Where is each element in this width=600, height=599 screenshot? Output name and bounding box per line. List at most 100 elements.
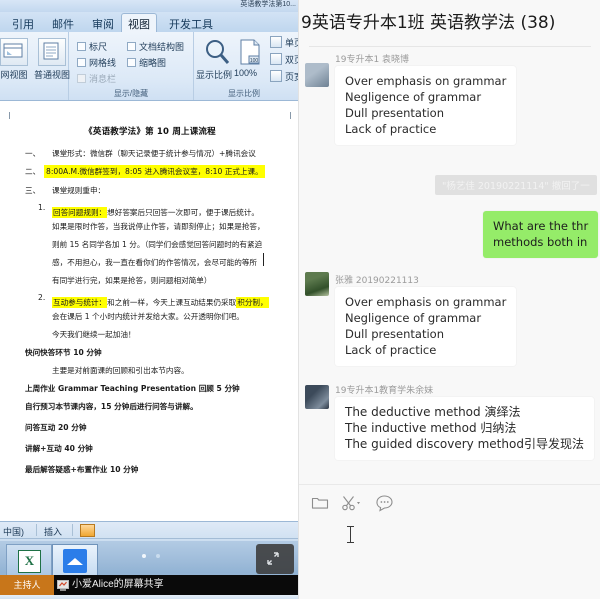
- zoom-100-button[interactable]: 100: [238, 38, 262, 66]
- wechat-group-window: 9英语专升本1班 英语教学法 (38) 19专升本1 袁晓博 Over emph…: [298, 0, 600, 599]
- chat-message-3-bubble[interactable]: The deductive method 演绎法 The inductive m…: [335, 397, 594, 460]
- chat-message-1-bubble[interactable]: Over emphasis on grammar Negligence of g…: [335, 66, 517, 145]
- doc-line-4-highlight: 回答问题规则：: [52, 207, 108, 218]
- chat-message-2-sender: 张雅 20190221113: [335, 276, 419, 286]
- checkbox-document-map-label: 文档结构图: [139, 42, 185, 52]
- zoom-button-label[interactable]: 显示比例: [196, 68, 232, 81]
- chat-input-area[interactable]: [299, 520, 600, 599]
- ribbon-tab-references[interactable]: 引用: [6, 14, 40, 34]
- taskbar-tray: [0, 595, 300, 599]
- page-single-button[interactable]: 单页: [270, 36, 300, 49]
- page-double-button[interactable]: 双页: [270, 53, 300, 66]
- doc-line-text-4: 回答问题规则：想好答案后只回答一次即可，便于课后统计。: [52, 202, 259, 220]
- checkbox-thumbnails[interactable]: 缩略图: [127, 56, 166, 69]
- normal-view-icon: [38, 38, 66, 66]
- doc-line-text-1: 课堂形式：微信群（聊天记录便于统计参与情况）+腾讯会议: [52, 149, 256, 158]
- doc-line-num-2: 二、: [25, 167, 41, 176]
- ribbon-group-views: 网视图 普通视图: [0, 32, 70, 100]
- avatar-zhangya[interactable]: [305, 272, 329, 296]
- status-document-icon[interactable]: [80, 524, 95, 537]
- view-button-normal-label: 普通视图: [33, 70, 70, 80]
- view-button-normal[interactable]: 普通视图: [30, 38, 74, 81]
- avatar-yuanxiaobo[interactable]: [305, 63, 329, 87]
- doc-line-text-6: 则前 15 名同学各加 1 分。（同学们会感觉回答问题时的有紧迫: [52, 240, 263, 249]
- chat-message-2-bubble[interactable]: Over emphasis on grammar Negligence of g…: [335, 287, 517, 366]
- word-ribbon-tabs: 引用 邮件 审阅 视图 开发工具: [0, 12, 300, 35]
- checkbox-document-map-box: [127, 42, 136, 51]
- ribbon-group-show-hide: 标尺 文档结构图 网格线 缩略图 消息栏 显示/隐藏: [69, 32, 194, 100]
- doc-line-num-1: 一、: [25, 149, 41, 158]
- chat-message-3-sender: 19专升本1教育学朱余妹: [335, 386, 434, 396]
- word-titlebar: 英语教学法第10...: [0, 0, 300, 12]
- checkbox-document-map[interactable]: 文档结构图: [127, 40, 184, 53]
- doc-line-text-10: 会在课后 1 个小时内统计并发给大家。公开透明你们吧。: [52, 312, 244, 321]
- ribbon-group-zoom-label: 显示比例: [228, 89, 260, 98]
- ribbon-tab-mailings[interactable]: 邮件: [46, 14, 80, 34]
- word-document-page[interactable]: 《英语教学法》第 10 周上课流程 一、 课堂形式：微信群（聊天记录便于统计参与…: [0, 101, 300, 521]
- chat-message-3-line-1: The deductive method 演绎法: [345, 405, 521, 419]
- doc-line-9-mid: 和之前一样，今天上课互动结果仍采取: [107, 298, 237, 307]
- zoom-button[interactable]: [202, 38, 232, 66]
- restore-window-button[interactable]: [256, 544, 294, 574]
- emoji-icon[interactable]: [375, 494, 393, 512]
- checkbox-message-bar-label: 消息栏: [89, 74, 117, 84]
- status-insert-mode[interactable]: 插入: [44, 525, 62, 538]
- chat-outgoing-line-2: methods both in: [493, 235, 588, 249]
- view-button-web[interactable]: 网视图: [0, 38, 34, 81]
- chat-message-1-line-4: Lack of practice: [345, 122, 437, 136]
- taskbar: X 主持人 小爱Alice的屏幕共享: [0, 541, 300, 599]
- text-cursor-icon: [347, 526, 354, 543]
- single-page-icon: [270, 36, 282, 48]
- page-width-button[interactable]: 页宽: [270, 70, 300, 83]
- chat-header: 9英语专升本1班 英语教学法 (38): [299, 0, 600, 46]
- chat-outgoing-line-1: What are the thr: [493, 219, 589, 233]
- chat-message-1-line-2: Negligence of grammar: [345, 90, 482, 104]
- doc-line-text-16: 问答互动 20 分钟: [25, 423, 87, 432]
- page-corner-top-left: [9, 112, 18, 119]
- web-view-icon: [0, 38, 28, 66]
- ribbon-tab-developer[interactable]: 开发工具: [163, 14, 219, 34]
- checkbox-gridlines[interactable]: 网格线: [77, 56, 116, 69]
- taskbar-dot-1: [142, 554, 146, 558]
- chat-message-3-line-2: The inductive method 归纳法: [345, 421, 517, 435]
- page-100-icon: 100: [240, 39, 260, 65]
- double-page-icon: [270, 53, 282, 65]
- excel-icon: X: [18, 550, 41, 573]
- avatar-zhuyumei[interactable]: [305, 385, 329, 409]
- doc-line-num-3: 三、: [25, 186, 41, 195]
- doc-line-num-4: 1.: [38, 203, 46, 212]
- checkbox-thumbnails-label: 缩略图: [139, 58, 167, 68]
- folder-icon[interactable]: [311, 494, 329, 512]
- chat-message-1-line-1: Over emphasis on grammar: [345, 74, 507, 88]
- checkbox-ruler-label: 标尺: [89, 42, 108, 52]
- doc-line-num-9: 2.: [38, 293, 46, 302]
- screen-root: 英语教学法第10... 引用 邮件 审阅 视图 开发工具 网视图 普通视图 标尺…: [0, 0, 600, 599]
- view-button-web-label: 网视图: [0, 70, 28, 80]
- taskbar-item-excel[interactable]: X: [6, 544, 52, 578]
- word-document-title: 英语教学法第10...: [240, 1, 296, 8]
- chat-title: 9英语专升本1班 英语教学法 (38): [301, 13, 556, 33]
- ribbon-tab-review[interactable]: 审阅: [86, 14, 120, 34]
- doc-line-text-12: 快问快答环节 10 分钟: [25, 348, 102, 357]
- word-ribbon-body: 网视图 普通视图 标尺 文档结构图 网格线 缩略图 消息栏 显示/隐藏 显示比例…: [0, 32, 300, 101]
- svg-text:100: 100: [250, 58, 259, 64]
- doc-line-9-highlight-a: 互动参与统计：: [52, 297, 108, 308]
- zoom-value: 100%: [234, 68, 258, 78]
- checkbox-message-bar[interactable]: 消息栏: [77, 72, 116, 85]
- checkbox-message-bar-box: [77, 74, 86, 83]
- status-separator-2: [72, 524, 73, 536]
- status-language[interactable]: 中国): [3, 525, 24, 538]
- screen-share-bar: 主持人 小爱Alice的屏幕共享: [0, 575, 300, 595]
- restore-icon: [265, 551, 281, 566]
- scissors-icon[interactable]: [341, 494, 360, 512]
- chat-message-2-line-3: Dull presentation: [345, 327, 444, 341]
- taskbar-item-meeting[interactable]: [52, 544, 98, 578]
- chat-message-1-sender: 19专升本1 袁晓博: [335, 55, 410, 65]
- host-badge: 主持人: [0, 575, 54, 595]
- checkbox-ruler[interactable]: 标尺: [77, 40, 107, 53]
- taskbar-dot-2: [156, 554, 160, 558]
- chat-toolbar: [299, 484, 600, 521]
- chat-message-outgoing-bubble[interactable]: What are the thr methods both in: [483, 211, 599, 258]
- chat-message-list[interactable]: 19专升本1 袁晓博 Over emphasis on grammar Negl…: [299, 47, 600, 484]
- doc-line-text-5: 如果是限时作答，当我说停止作答，请即刻停止；如果是抢答，: [52, 222, 265, 231]
